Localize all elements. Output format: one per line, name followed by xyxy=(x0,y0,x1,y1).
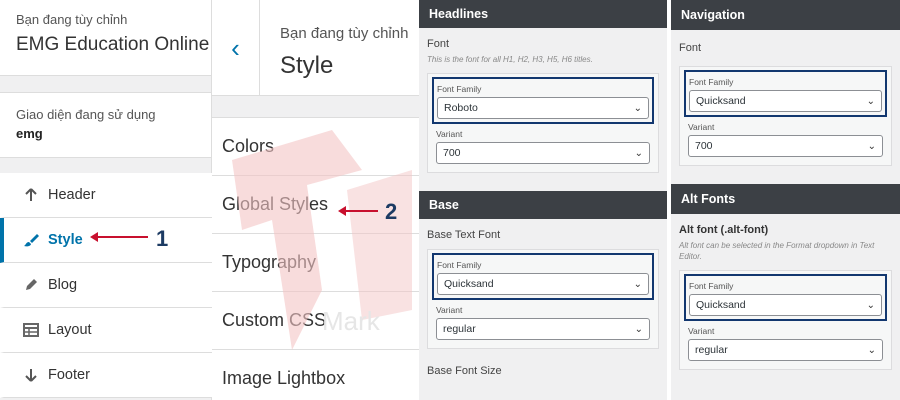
chevron-down-icon: ⌄ xyxy=(866,95,875,107)
customizing-label: Bạn đang tùy chỉnh xyxy=(16,12,128,27)
style-item-custom-css[interactable]: Custom CSS xyxy=(212,292,419,350)
navigation-variant-select[interactable]: 700 ⌄ xyxy=(688,135,883,157)
section-header-headlines: Headlines xyxy=(419,0,667,28)
menu-item-label: Footer xyxy=(48,367,90,383)
menu-item-label: Layout xyxy=(48,322,92,338)
select-value: regular xyxy=(695,344,728,357)
base-font-label: Base Text Font xyxy=(427,229,501,242)
arrow-up-icon xyxy=(22,186,40,204)
style-item-image-lightbox[interactable]: Image Lightbox xyxy=(212,350,419,400)
section-header-navigation: Navigation xyxy=(671,0,900,30)
chevron-down-icon: ⌄ xyxy=(634,323,643,335)
alt-font-box: Font Family Quicksand ⌄ Variant regular … xyxy=(679,270,892,371)
menu-item-blog[interactable]: Blog xyxy=(0,263,212,308)
highlight-box: Font Family Roboto ⌄ xyxy=(432,77,654,125)
headlines-font-label: Font xyxy=(427,38,450,50)
navigation-font-box: Font Family Quicksand ⌄ Variant 700 ⌄ xyxy=(679,66,892,166)
annotation-arrow-2 xyxy=(338,206,378,216)
chevron-down-icon: ⌄ xyxy=(866,299,875,311)
alt-variant-select[interactable]: regular ⌄ xyxy=(688,339,883,362)
active-theme-label: Giao diện đang sử dụng xyxy=(16,107,156,122)
customizing-label: Bạn đang tùy chỉnh xyxy=(280,25,409,42)
paint-brush-icon xyxy=(22,231,40,249)
table-icon xyxy=(22,321,40,339)
variant-label: Variant xyxy=(436,305,463,316)
select-value: 700 xyxy=(695,140,713,152)
headlines-font-family-select[interactable]: Roboto ⌄ xyxy=(437,97,649,120)
style-panel-header: ‹ Bạn đang tùy chỉnh Style xyxy=(212,0,419,96)
menu-item-header[interactable]: Header xyxy=(0,173,212,218)
navigation-font-label: Font xyxy=(679,42,702,54)
base-variant-select[interactable]: regular ⌄ xyxy=(436,318,650,341)
divider xyxy=(212,96,419,118)
typography-panel-right: Navigation Font Font Family Quicksand ⌄ … xyxy=(671,0,900,400)
style-item-colors[interactable]: Colors xyxy=(212,118,419,176)
variant-label: Variant xyxy=(688,326,715,337)
font-family-label: Font Family xyxy=(689,281,734,292)
chevron-down-icon: ⌄ xyxy=(634,147,643,159)
section-header-base: Base xyxy=(419,191,667,220)
chevron-down-icon: ⌄ xyxy=(633,102,642,114)
panel-title: Style xyxy=(280,52,334,79)
highlight-box: Font Family Quicksand ⌄ xyxy=(432,253,654,301)
chevron-left-icon: ‹ xyxy=(231,32,240,63)
variant-label: Variant xyxy=(436,129,463,140)
highlight-box: Font Family Quicksand ⌄ xyxy=(684,70,887,117)
customizer-sidebar: Bạn đang tùy chỉnh EMG Education Online … xyxy=(0,0,212,400)
base-font-box: Font Family Quicksand ⌄ Variant regular … xyxy=(427,249,659,350)
annotation-arrow-1 xyxy=(90,232,148,242)
customizer-menu: Header Style Blog Layout Footer xyxy=(0,173,212,398)
back-button[interactable]: ‹ xyxy=(212,0,260,96)
headlines-font-desc: This is the font for all H1, H2, H3, H5,… xyxy=(427,55,593,64)
highlight-box: Font Family Quicksand ⌄ xyxy=(684,274,887,322)
menu-item-footer[interactable]: Footer xyxy=(0,353,212,398)
select-value: Quicksand xyxy=(696,95,746,107)
typography-panel-left: Headlines Font This is the font for all … xyxy=(419,0,667,400)
site-name: EMG Education Online xyxy=(16,34,210,55)
variant-label: Variant xyxy=(688,122,715,132)
base-font-family-select[interactable]: Quicksand ⌄ xyxy=(437,273,649,296)
menu-item-style[interactable]: Style xyxy=(0,218,212,263)
section-header-alt-fonts: Alt Fonts xyxy=(671,184,900,214)
alt-font-label: Alt font (.alt-font) xyxy=(679,224,769,236)
customizer-header: Bạn đang tùy chỉnh EMG Education Online xyxy=(0,0,211,76)
navigation-font-family-select[interactable]: Quicksand ⌄ xyxy=(689,90,882,112)
alt-font-desc: Alt font can be selected in the Format d… xyxy=(679,241,875,262)
select-value: 700 xyxy=(443,147,461,160)
annotation-number-1: 1 xyxy=(156,226,169,251)
menu-item-label: Header xyxy=(48,187,96,203)
chevron-down-icon: ⌄ xyxy=(633,278,642,290)
menu-item-label: Blog xyxy=(48,277,78,293)
headlines-variant-select[interactable]: 700 ⌄ xyxy=(436,142,650,165)
select-value: regular xyxy=(443,323,476,336)
arrow-down-icon xyxy=(22,366,40,384)
select-value: Roboto xyxy=(444,102,478,115)
font-family-label: Font Family xyxy=(689,77,734,87)
style-panel: Mark ‹ Bạn đang tùy chỉnh Style Colors G… xyxy=(212,0,419,400)
menu-item-layout[interactable]: Layout xyxy=(0,308,212,353)
active-theme-section: Giao diện đang sử dụng emg xyxy=(0,92,211,158)
active-theme-value: emg xyxy=(16,126,43,141)
chevron-down-icon: ⌄ xyxy=(867,140,876,152)
font-family-label: Font Family xyxy=(437,260,482,271)
font-family-label: Font Family xyxy=(437,84,482,95)
select-value: Quicksand xyxy=(696,299,746,312)
chevron-down-icon: ⌄ xyxy=(867,344,876,356)
base-font-size-label: Base Font Size xyxy=(427,365,502,378)
alt-font-family-select[interactable]: Quicksand ⌄ xyxy=(689,294,882,317)
menu-item-label: Style xyxy=(48,232,83,248)
select-value: Quicksand xyxy=(444,278,494,291)
annotation-number-2: 2 xyxy=(385,199,398,224)
style-item-typography[interactable]: Typography xyxy=(212,234,419,292)
pencil-icon xyxy=(22,276,40,294)
headlines-font-box: Font Family Roboto ⌄ Variant 700 ⌄ xyxy=(427,73,659,174)
